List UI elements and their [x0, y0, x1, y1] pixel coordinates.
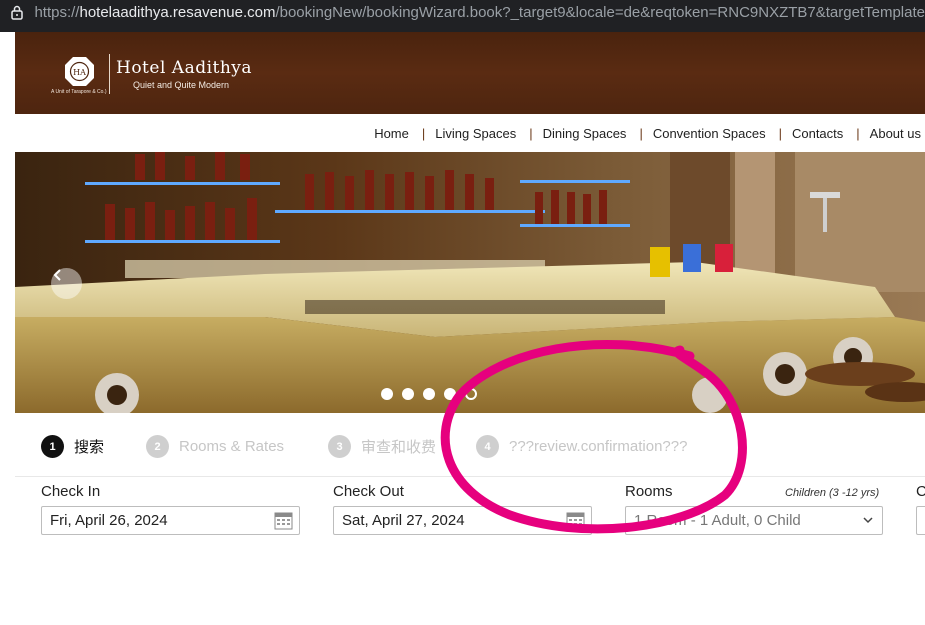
nav-separator: | — [639, 126, 643, 141]
nav-dining-spaces[interactable]: Dining Spaces — [543, 126, 627, 141]
logo-initials: HA — [73, 68, 86, 77]
step-confirmation[interactable]: 4 ???review.confirmation??? — [476, 435, 687, 458]
nav-separator: | — [421, 126, 426, 141]
step-label: Rooms & Rates — [179, 438, 285, 455]
step-label: 审查和收费 — [361, 439, 437, 456]
next-field-partial[interactable] — [916, 506, 925, 535]
nav-contacts[interactable]: Contacts — [792, 126, 843, 141]
step-label: 搜索 — [74, 439, 105, 456]
rooms-guests-select[interactable]: 1 Room - 1 Adult, 0 Child — [625, 506, 883, 535]
checkin-field[interactable]: Fri, April 26, 2024 — [41, 506, 300, 535]
logo-divider — [109, 54, 110, 94]
hotel-name[interactable]: Hotel Aadithya — [116, 58, 252, 78]
url-path: /bookingNew/bookingWizard.book?_target9&… — [275, 3, 925, 21]
step-search[interactable]: 1 搜索 — [41, 435, 104, 458]
calendar-icon[interactable] — [566, 511, 585, 530]
nav-about-us[interactable]: About us — [870, 126, 921, 141]
step-number: 2 — [146, 435, 169, 458]
bar-photo — [15, 152, 925, 413]
slider-dot[interactable] — [444, 388, 456, 400]
slider-dot[interactable] — [423, 388, 435, 400]
checkout-label: Check Out — [333, 483, 404, 500]
booking-steps: 1 搜索 2 Rooms & Rates 3 审查和收费 4 ???review… — [15, 413, 925, 477]
checkout-field[interactable]: Sat, April 27, 2024 — [333, 506, 592, 535]
next-field-label-partial: C — [916, 483, 925, 500]
nav-living-spaces[interactable]: Living Spaces — [435, 126, 516, 141]
step-number: 3 — [328, 435, 351, 458]
nav-separator: | — [778, 126, 782, 141]
logo-subtext: A Unit of Tarapore & Co.) — [51, 89, 107, 95]
hotel-logo-emblem[interactable]: HA — [64, 56, 95, 87]
main-nav: Home | Living Spaces | Dining Spaces | C… — [15, 114, 925, 152]
checkin-value: Fri, April 26, 2024 — [50, 512, 168, 529]
step-rooms-rates[interactable]: 2 Rooms & Rates — [146, 435, 284, 458]
rooms-label: Rooms — [625, 483, 673, 500]
hotel-tagline: Quiet and Quite Modern — [133, 80, 230, 90]
children-age-label: Children (3 -12 yrs) — [785, 487, 880, 499]
slider-dot-active[interactable] — [465, 388, 477, 400]
nav-separator: | — [529, 126, 533, 141]
checkin-label: Check In — [41, 483, 101, 500]
chevron-down-icon — [863, 517, 873, 524]
step-review-payment[interactable]: 3 审查和收费 — [328, 435, 436, 458]
nav-home[interactable]: Home — [374, 126, 409, 141]
nav-separator: | — [856, 126, 860, 141]
url-host: hotelaadithya.resavenue.com — [79, 3, 276, 21]
step-label: ???review.confirmation??? — [509, 438, 688, 455]
browser-toolbar-edge — [0, 24, 925, 32]
browser-address-bar[interactable]: https://hotelaadithya.resavenue.com/book… — [0, 0, 925, 24]
slider-prev-button[interactable] — [51, 268, 82, 299]
nav-convention-spaces[interactable]: Convention Spaces — [653, 126, 766, 141]
lock-icon[interactable] — [0, 0, 34, 24]
slider-dots — [381, 388, 477, 400]
web-page: HA A Unit of Tarapore & Co.) Hotel Aadit… — [15, 32, 925, 625]
step-number: 1 — [41, 435, 64, 458]
hero-slider[interactable] — [15, 152, 925, 413]
calendar-icon[interactable] — [274, 511, 293, 530]
rooms-value: 1 Room - 1 Adult, 0 Child — [634, 512, 801, 529]
url-protocol: https:// — [34, 3, 80, 21]
chevron-left-icon — [53, 269, 61, 281]
url-text[interactable]: https://hotelaadithya.resavenue.com/book… — [34, 4, 925, 21]
checkout-value: Sat, April 27, 2024 — [342, 512, 465, 529]
slider-dot[interactable] — [381, 388, 393, 400]
hotel-header: HA A Unit of Tarapore & Co.) Hotel Aadit… — [15, 32, 925, 114]
step-number: 4 — [476, 435, 499, 458]
slider-dot[interactable] — [402, 388, 414, 400]
